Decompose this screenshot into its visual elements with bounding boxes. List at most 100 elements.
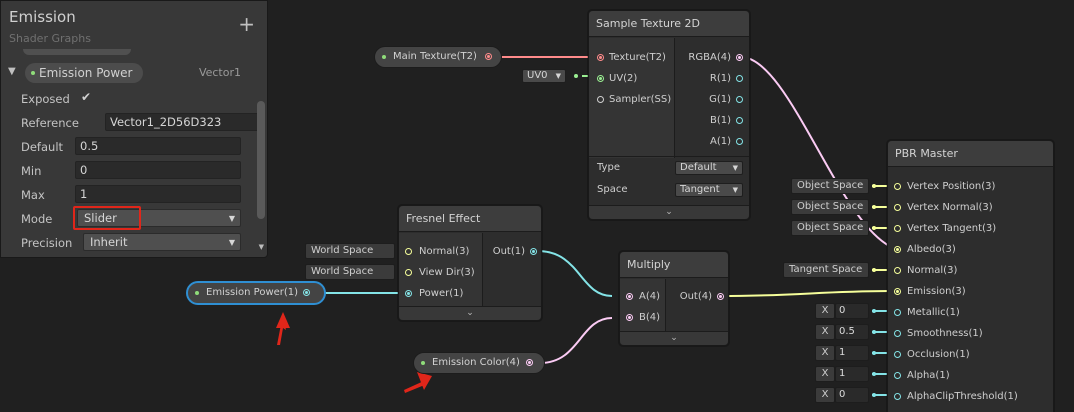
port-b[interactable]: B(4) bbox=[626, 309, 660, 327]
port-emission-label: Emission(3) bbox=[907, 286, 966, 297]
normal-default[interactable]: Tangent Space bbox=[783, 262, 869, 278]
port-sampler-label: Sampler(SS) bbox=[609, 94, 672, 105]
min-input[interactable]: 0 bbox=[75, 161, 241, 179]
vertex-tangent-default[interactable]: Object Space bbox=[791, 220, 869, 236]
port-b[interactable]: B(1) bbox=[687, 112, 743, 130]
port-normal[interactable]: Normal(3) bbox=[405, 243, 469, 261]
b-pin-icon[interactable] bbox=[736, 117, 743, 124]
port-normal[interactable]: Normal(3) bbox=[894, 262, 957, 280]
port-emission[interactable]: Emission(3) bbox=[894, 283, 966, 301]
property-dot-icon bbox=[421, 361, 425, 365]
alpha-clip-input[interactable]: 0 bbox=[835, 387, 869, 403]
normal-pin-icon[interactable] bbox=[894, 267, 901, 274]
uv-pin-icon[interactable] bbox=[597, 75, 604, 82]
vertex-normal-default[interactable]: Object Space bbox=[791, 199, 869, 215]
port-alpha[interactable]: Alpha(1) bbox=[894, 367, 950, 385]
emission-color-node[interactable]: Emission Color(4) bbox=[413, 352, 545, 374]
albedo-pin-icon[interactable] bbox=[894, 246, 901, 253]
vertex-position-default[interactable]: Object Space bbox=[791, 178, 869, 194]
uv-dropdown[interactable]: UV0 ▼ bbox=[522, 69, 566, 83]
fresnel-effect-node[interactable]: Fresnel Effect Normal(3) View Dir(3) Pow… bbox=[398, 205, 542, 321]
port-metallic[interactable]: Metallic(1) bbox=[894, 304, 960, 322]
fresnel-out-pin-icon[interactable] bbox=[530, 248, 537, 255]
texture-pin-icon[interactable] bbox=[597, 54, 604, 61]
port-a[interactable]: A(1) bbox=[687, 133, 743, 151]
port-texture[interactable]: Texture(T2) bbox=[597, 49, 666, 67]
port-vertex-position[interactable]: Vertex Position(3) bbox=[894, 178, 995, 196]
pbr-master-node[interactable]: PBR Master Vertex Position(3) Vertex Nor… bbox=[887, 140, 1054, 412]
smoothness-pin-icon[interactable] bbox=[894, 330, 901, 337]
alpha-pin-icon[interactable] bbox=[894, 372, 901, 379]
emission-power-label: Emission Power(1) bbox=[206, 287, 299, 298]
metallic-pin-icon[interactable] bbox=[894, 309, 901, 316]
viewdir-default-field[interactable]: World Space bbox=[305, 264, 395, 280]
chevron-down-icon[interactable]: ▼ bbox=[8, 66, 16, 77]
occlusion-input[interactable]: 1 bbox=[835, 345, 869, 361]
port-vertex-normal[interactable]: Vertex Normal(3) bbox=[894, 199, 993, 217]
port-sampler[interactable]: Sampler(SS) bbox=[597, 91, 671, 109]
chevron-down-icon[interactable]: ⌄ bbox=[620, 331, 728, 345]
space-dropdown[interactable]: Tangent ▼ bbox=[675, 183, 743, 197]
chevron-down-icon[interactable]: ⌄ bbox=[589, 205, 749, 219]
precision-dropdown[interactable]: Inherit ▼ bbox=[83, 233, 241, 251]
occlusion-pin-icon[interactable] bbox=[894, 351, 901, 358]
port-vertex-tangent[interactable]: Vertex Tangent(3) bbox=[894, 220, 996, 238]
default-input[interactable]: 0.5 bbox=[75, 137, 241, 155]
main-texture-node[interactable]: Main Texture(T2) bbox=[374, 46, 502, 68]
g-pin-icon[interactable] bbox=[736, 96, 743, 103]
port-albedo[interactable]: Albedo(3) bbox=[894, 241, 956, 259]
port-multiply-out[interactable]: Out(4) bbox=[672, 288, 724, 306]
port-fresnel-out[interactable]: Out(1) bbox=[489, 243, 537, 261]
multiply-out-pin-icon[interactable] bbox=[717, 293, 724, 300]
alpha-input[interactable]: 1 bbox=[835, 366, 869, 382]
smoothness-input[interactable]: 0.5 bbox=[835, 324, 869, 340]
plus-icon[interactable]: + bbox=[238, 14, 255, 34]
multiply-node[interactable]: Multiply A(4) B(4) Out(4) ⌄ bbox=[619, 251, 729, 346]
clip-pin-icon[interactable] bbox=[894, 393, 901, 400]
emission-pin-icon[interactable] bbox=[894, 288, 901, 295]
property-dot-icon bbox=[195, 291, 199, 295]
graph-canvas[interactable]: Emission Shader Graphs + ▼ Emission Powe… bbox=[0, 0, 1074, 412]
property-pill[interactable]: Emission Power bbox=[25, 63, 143, 83]
port-uv[interactable]: UV(2) bbox=[597, 70, 637, 88]
port-viewdir[interactable]: View Dir(3) bbox=[405, 264, 475, 282]
port-occlusion[interactable]: Occlusion(1) bbox=[894, 346, 970, 364]
viewdir-pin-icon[interactable] bbox=[405, 269, 412, 276]
normal-pin-icon[interactable] bbox=[405, 248, 412, 255]
reference-input[interactable]: Vector1_2D56D323 bbox=[105, 113, 261, 131]
a-pin-icon[interactable] bbox=[736, 138, 743, 145]
property-row[interactable]: ▼ Emission Power Vector1 bbox=[1, 61, 257, 85]
port-power-label: Power(1) bbox=[419, 288, 464, 299]
port-rgba[interactable]: RGBA(4) bbox=[687, 49, 743, 67]
field-default: Default 0.5 bbox=[21, 137, 251, 157]
port-g[interactable]: G(1) bbox=[687, 91, 743, 109]
chevron-down-icon[interactable]: ⌄ bbox=[399, 306, 541, 320]
b-pin-icon[interactable] bbox=[626, 314, 633, 321]
vt-pin-icon[interactable] bbox=[894, 225, 901, 232]
emission-power-out-port[interactable] bbox=[303, 289, 310, 296]
exposed-checkbox[interactable]: ✔ bbox=[81, 90, 91, 104]
power-pin-icon[interactable] bbox=[405, 290, 412, 297]
normal-default-field[interactable]: World Space bbox=[305, 243, 395, 259]
default-label: Default bbox=[21, 140, 64, 154]
port-r[interactable]: R(1) bbox=[687, 70, 743, 88]
metallic-input[interactable]: 0 bbox=[835, 303, 869, 319]
port-a[interactable]: A(4) bbox=[626, 288, 660, 306]
emission-color-out-port[interactable] bbox=[526, 359, 533, 366]
main-texture-out-port[interactable] bbox=[485, 53, 492, 60]
sample-texture-node[interactable]: Sample Texture 2D Texture(T2) UV(2) Samp… bbox=[588, 10, 750, 220]
r-pin-icon[interactable] bbox=[736, 75, 743, 82]
emission-power-node[interactable]: Emission Power(1) bbox=[187, 282, 325, 304]
vn-pin-icon[interactable] bbox=[894, 204, 901, 211]
rgba-pin-icon[interactable] bbox=[736, 54, 743, 61]
vp-pin-icon[interactable] bbox=[894, 183, 901, 190]
port-power[interactable]: Power(1) bbox=[405, 285, 463, 303]
port-smoothness[interactable]: Smoothness(1) bbox=[894, 325, 983, 343]
scroll-down-icon[interactable]: ▼ bbox=[259, 243, 264, 251]
a-pin-icon[interactable] bbox=[626, 293, 633, 300]
blackboard-scrollbar[interactable] bbox=[257, 101, 265, 219]
sampler-pin-icon[interactable] bbox=[597, 96, 604, 103]
max-input[interactable]: 1 bbox=[75, 185, 241, 203]
type-dropdown[interactable]: Default ▼ bbox=[675, 161, 743, 175]
port-alpha-clip[interactable]: AlphaClipThreshold(1) bbox=[894, 388, 1018, 406]
